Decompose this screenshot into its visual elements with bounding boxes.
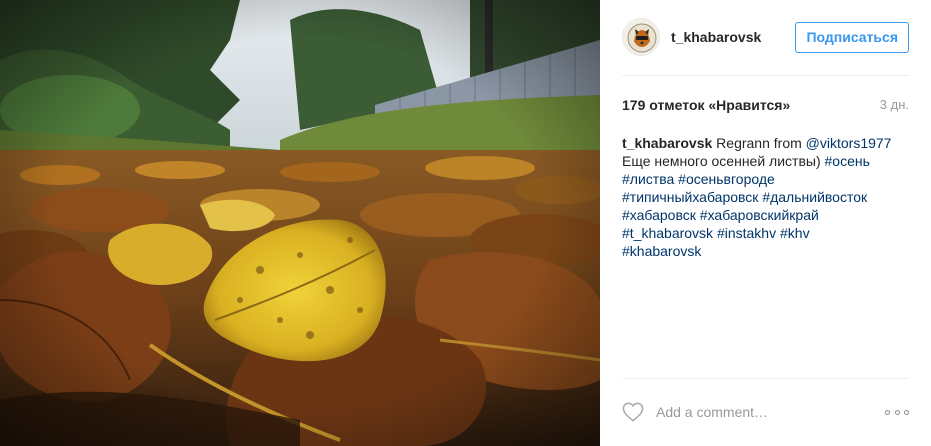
post-sidebar: t_khabarovsk Подписаться 179 отметок «Нр…	[600, 0, 931, 446]
hashtag-link[interactable]: #дальнийвосток	[762, 189, 867, 205]
hashtag-link[interactable]: #хабаровскийкрай	[700, 207, 819, 223]
hashtag-link[interactable]: #t_khabarovsk	[622, 225, 713, 241]
dot-icon	[894, 409, 900, 415]
likes-count[interactable]: 179 отметок «Нравится»	[622, 97, 790, 113]
comment-input[interactable]	[656, 404, 866, 420]
hashtag-link[interactable]: #осень	[825, 153, 870, 169]
caption-username[interactable]: t_khabarovsk	[622, 135, 712, 151]
username[interactable]: t_khabarovsk	[671, 29, 761, 45]
hashtag-link[interactable]: #хабаровск	[622, 207, 696, 223]
dot-icon	[885, 409, 890, 415]
more-options-icon[interactable]	[885, 404, 909, 420]
header-divider	[622, 75, 909, 76]
post-caption: t_khabarovsk Regrann from @viktors1977 Е…	[622, 134, 911, 260]
follow-button[interactable]: Подписаться	[795, 22, 909, 53]
footer-divider	[622, 378, 909, 379]
instagram-post: t_khabarovsk Подписаться 179 отметок «Нр…	[0, 0, 931, 446]
hashtag-link[interactable]: #осеньвгороде	[678, 171, 775, 187]
profile-avatar[interactable]	[622, 18, 660, 56]
hashtag-link[interactable]: #khv	[780, 225, 810, 241]
hashtag-link[interactable]: #типичныйхабаровск	[622, 189, 758, 205]
avatar-image	[623, 19, 659, 55]
heart-outline-icon[interactable]	[622, 401, 644, 423]
caption-text: Regrann from	[716, 135, 802, 151]
post-meta: 179 отметок «Нравится» 3 дн.	[622, 97, 909, 113]
autumn-leaves-photo	[0, 0, 600, 446]
post-header: t_khabarovsk Подписаться	[622, 16, 909, 58]
hashtag-link[interactable]: #instakhv	[717, 225, 776, 241]
post-timestamp[interactable]: 3 дн.	[880, 97, 909, 113]
post-footer	[622, 393, 909, 431]
caption-mention[interactable]: @viktors1977	[806, 135, 892, 151]
hashtag-link[interactable]: #khabarovsk	[622, 243, 701, 259]
dot-icon	[904, 409, 909, 415]
post-photo[interactable]	[0, 0, 600, 446]
hashtag-link[interactable]: #листва	[622, 171, 674, 187]
caption-text-2: Еще немного осенней листвы)	[622, 153, 821, 169]
